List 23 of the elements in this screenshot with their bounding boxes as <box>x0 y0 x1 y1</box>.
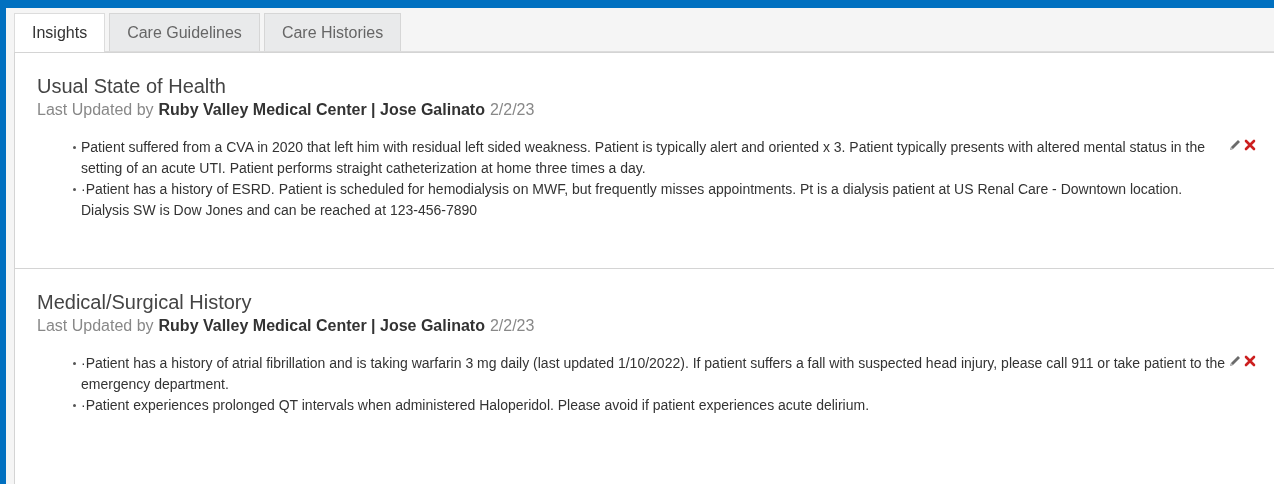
updated-label: Last Updated by <box>37 100 154 120</box>
note-text: ·Patient has a history of atrial fibrillation and is taking warfarin 3 mg daily (last updated 1/10/2022). If patient suffers a fall with suspected head injury, please call 911 or take patient to the emergency department. <box>81 354 1226 394</box>
updated-label: Last Updated by <box>37 316 154 336</box>
delete-icon[interactable] <box>1244 139 1256 151</box>
section-title: Medical/Surgical History <box>37 290 253 315</box>
updated-by: Ruby Valley Medical Center | Jose Galinato <box>158 100 485 120</box>
tab[interactable]: Care Histories <box>263 13 402 51</box>
section-title: Usual State of Health <box>37 74 227 99</box>
tab[interactable]: Insights <box>14 13 106 52</box>
tab[interactable]: Care Guidelines <box>109 13 260 51</box>
note-text: ·Patient has a history of ESRD. Patient is scheduled for hemodialysis on MWF, but frequently misses appointments. Pt is a dialysis patient at US Renal Care - Downtown location. Dialysis SW is Dow Jones and can be reached at 123-456-7890 <box>81 180 1184 220</box>
updated-date: 2/2/23 <box>489 316 535 336</box>
bullet-icon <box>73 188 76 191</box>
updated-date: 2/2/23 <box>489 100 535 120</box>
bullet-icon <box>73 404 76 407</box>
pencil-icon[interactable] <box>1227 137 1243 153</box>
updated-by: Ruby Valley Medical Center | Jose Galinato <box>158 316 485 336</box>
note-text: Patient suffered from a CVA in 2020 that left him with residual left sided weakness. Patient is typically alert and oriented x 3. Patient typically presents with altered mental status in the setting of an acute UTI. Patient performs straight catheterization at home three times a day. <box>81 138 1206 178</box>
bullet-icon <box>73 362 76 365</box>
bullet-icon <box>73 146 76 149</box>
delete-icon[interactable] <box>1244 355 1256 367</box>
note-text: ·Patient experiences prolonged QT intervals when administered Haloperidol. Please avoid if patient experiences acute delirium. <box>81 396 870 415</box>
pencil-icon[interactable] <box>1227 353 1243 369</box>
